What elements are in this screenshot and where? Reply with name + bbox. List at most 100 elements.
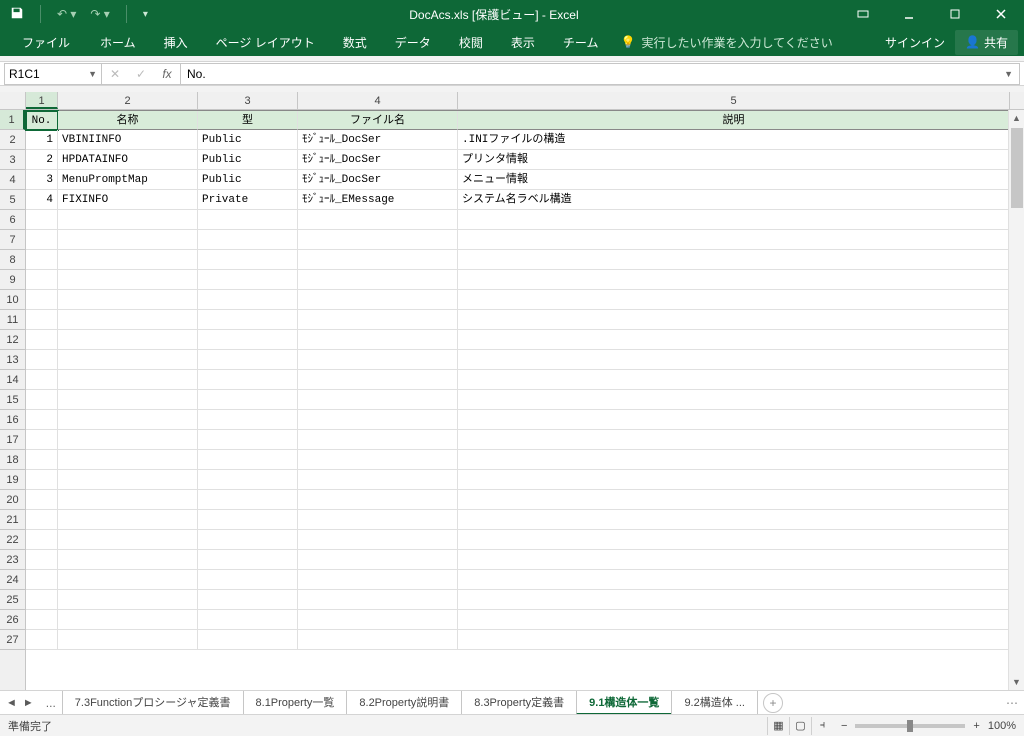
col-header[interactable]: 1	[26, 92, 58, 109]
row-header[interactable]: 10	[0, 290, 25, 310]
row-header[interactable]: 7	[0, 230, 25, 250]
cell[interactable]	[458, 390, 1010, 410]
tab-home[interactable]: ホーム	[86, 28, 150, 57]
cell[interactable]	[26, 330, 58, 350]
cell[interactable]	[298, 430, 458, 450]
cell[interactable]	[58, 230, 198, 250]
cell[interactable]	[298, 410, 458, 430]
ribbon-display-icon[interactable]	[840, 0, 886, 28]
cell[interactable]	[298, 550, 458, 570]
cell[interactable]: 3	[26, 170, 58, 190]
scroll-thumb[interactable]	[1011, 128, 1023, 208]
cell[interactable]	[26, 510, 58, 530]
cell[interactable]: ﾓｼﾞｭｰﾙ_EMessage	[298, 190, 458, 210]
cell[interactable]	[26, 210, 58, 230]
scroll-down-icon[interactable]: ▼	[1009, 674, 1024, 690]
tab-page-layout[interactable]: ページ レイアウト	[202, 28, 329, 57]
row-header[interactable]: 13	[0, 350, 25, 370]
cell[interactable]	[198, 590, 298, 610]
cell[interactable]	[58, 250, 198, 270]
cell[interactable]	[458, 350, 1010, 370]
row-header[interactable]: 23	[0, 550, 25, 570]
row-header[interactable]: 26	[0, 610, 25, 630]
page-break-view-icon[interactable]: ⫞	[811, 717, 833, 735]
row-header[interactable]: 5	[0, 190, 25, 210]
cell[interactable]: Public	[198, 150, 298, 170]
cell[interactable]	[58, 470, 198, 490]
cell[interactable]	[58, 450, 198, 470]
cell[interactable]	[458, 410, 1010, 430]
cell[interactable]	[58, 550, 198, 570]
cell[interactable]	[198, 430, 298, 450]
cell[interactable]: メニュー情報	[458, 170, 1010, 190]
name-box[interactable]: R1C1 ▼	[4, 63, 102, 85]
row-header[interactable]: 16	[0, 410, 25, 430]
cell[interactable]	[458, 570, 1010, 590]
cell[interactable]: システム名ラベル構造	[458, 190, 1010, 210]
cell[interactable]	[58, 430, 198, 450]
cell[interactable]	[458, 450, 1010, 470]
cell[interactable]	[198, 370, 298, 390]
cell[interactable]	[58, 610, 198, 630]
cell[interactable]	[198, 610, 298, 630]
fx-icon[interactable]: fx	[154, 67, 180, 81]
row-header[interactable]: 11	[0, 310, 25, 330]
row-header[interactable]: 6	[0, 210, 25, 230]
cell[interactable]	[58, 210, 198, 230]
cell[interactable]	[458, 630, 1010, 650]
cell[interactable]	[198, 250, 298, 270]
cell[interactable]: Public	[198, 170, 298, 190]
col-header[interactable]: 5	[458, 92, 1010, 109]
cell[interactable]: ﾓｼﾞｭｰﾙ_DocSer	[298, 170, 458, 190]
cell[interactable]	[458, 610, 1010, 630]
cell[interactable]	[198, 450, 298, 470]
cell[interactable]	[26, 530, 58, 550]
tell-me-search[interactable]: 💡 実行したい作業を入力してください	[620, 34, 832, 51]
page-layout-view-icon[interactable]: ▢	[789, 717, 811, 735]
cell[interactable]	[198, 270, 298, 290]
cell[interactable]	[198, 470, 298, 490]
cell[interactable]	[298, 510, 458, 530]
tab-file[interactable]: ファイル	[6, 28, 86, 57]
cell[interactable]	[198, 630, 298, 650]
sheet-tab[interactable]: 8.1Property一覧	[243, 691, 348, 715]
new-sheet-button[interactable]: +	[763, 693, 783, 713]
cell[interactable]	[58, 370, 198, 390]
select-all-button[interactable]	[0, 92, 26, 109]
cell[interactable]	[26, 550, 58, 570]
cell[interactable]	[458, 250, 1010, 270]
cell[interactable]	[26, 450, 58, 470]
row-header[interactable]: 25	[0, 590, 25, 610]
cell[interactable]	[458, 290, 1010, 310]
cell[interactable]: Private	[198, 190, 298, 210]
cell[interactable]: ファイル名	[298, 111, 458, 130]
row-header[interactable]: 17	[0, 430, 25, 450]
cell[interactable]	[298, 610, 458, 630]
col-header[interactable]: 3	[198, 92, 298, 109]
sheet-tab[interactable]: 8.3Property定義書	[461, 691, 577, 715]
tab-view[interactable]: 表示	[497, 28, 549, 57]
cell[interactable]	[298, 210, 458, 230]
cell[interactable]: ﾓｼﾞｭｰﾙ_DocSer	[298, 150, 458, 170]
cell[interactable]	[458, 490, 1010, 510]
cell[interactable]	[26, 630, 58, 650]
row-header[interactable]: 22	[0, 530, 25, 550]
cell[interactable]	[298, 630, 458, 650]
row-header[interactable]: 24	[0, 570, 25, 590]
expand-formula-icon[interactable]: ▼	[1004, 69, 1013, 79]
cell[interactable]	[458, 330, 1010, 350]
cell[interactable]	[26, 230, 58, 250]
cell[interactable]	[458, 210, 1010, 230]
zoom-level[interactable]: 100%	[988, 720, 1016, 732]
row-header[interactable]: 15	[0, 390, 25, 410]
cell[interactable]	[198, 550, 298, 570]
cell[interactable]	[198, 330, 298, 350]
cell[interactable]	[458, 230, 1010, 250]
cell[interactable]	[26, 370, 58, 390]
cell[interactable]: .INIファイルの構造	[458, 130, 1010, 150]
spreadsheet-grid[interactable]: 1 2 3 4 5 123456789101112131415161718192…	[0, 92, 1024, 690]
enter-formula-icon[interactable]: ✓	[128, 67, 154, 81]
cell[interactable]	[58, 390, 198, 410]
cell[interactable]	[58, 590, 198, 610]
cell[interactable]	[26, 470, 58, 490]
